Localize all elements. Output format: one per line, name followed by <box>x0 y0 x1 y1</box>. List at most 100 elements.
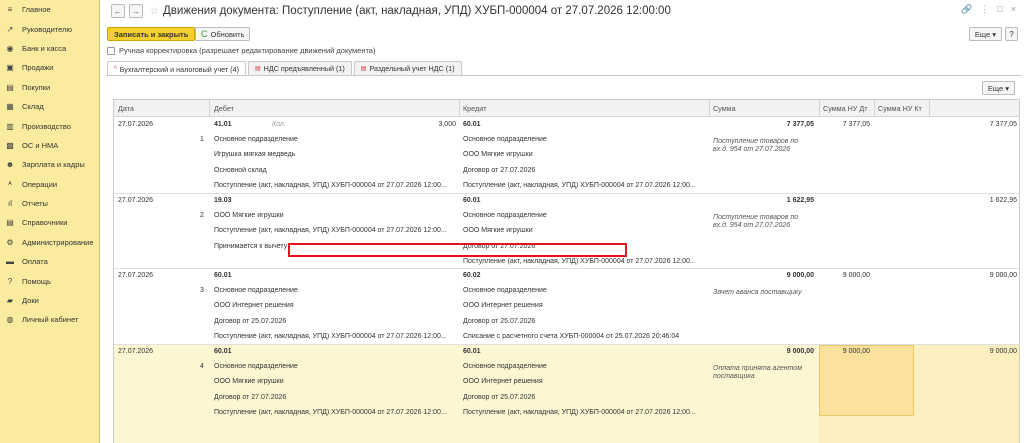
sidebar-item-label: Справочники <box>22 218 68 228</box>
forward-icon[interactable]: → <box>129 4 143 18</box>
refresh-button[interactable]: C Обновить <box>195 27 251 41</box>
col-sum[interactable]: Сумма <box>713 104 736 113</box>
table-row-group[interactable]: 27.07.2026 60.01 60.02 9 000,00 9 000,00 9 00… <box>114 269 1019 345</box>
sidebar-item-label: Производство <box>22 121 71 131</box>
quantity-label: Кол. <box>272 121 286 128</box>
entry-date: 27.07.2026 <box>118 197 154 204</box>
col-sum-nu-kt[interactable]: Сумма НУ Кт <box>878 104 922 113</box>
tab-icon: ▤ <box>360 66 367 72</box>
sidebar-item[interactable]: ▥ Производство <box>0 116 99 135</box>
favorite-star-icon[interactable]: ☆ <box>150 6 159 17</box>
entry-sum: 9 000,00 <box>786 272 814 279</box>
credit-subconto: Основное подразделение <box>463 136 547 144</box>
more-vert-icon[interactable]: ⋮ <box>980 4 989 15</box>
sidebar-item-label: Отчеты <box>22 199 48 209</box>
manual-correction-checkbox[interactable] <box>107 46 115 55</box>
sidebar-item[interactable]: ▣ Продажи <box>0 58 99 77</box>
operations-icon: ᴬ <box>8 179 12 189</box>
sidebar-item[interactable]: ▦ Склад <box>0 97 99 116</box>
sidebar-item[interactable]: ▩ ОС и НМА <box>0 136 99 155</box>
debit-subconto: Основное подразделение <box>214 363 298 371</box>
sidebar-item[interactable]: ▤ Справочники <box>0 213 99 232</box>
save-and-close-button[interactable]: Записать и закрыть <box>107 27 196 41</box>
sidebar-item[interactable]: ? Помощь <box>0 271 99 290</box>
tab[interactable]: ᴬ Бухгалтерский и налоговый учет (4) <box>107 61 246 76</box>
debit-subconto: Поступление (акт, накладная, УПД) ХУБП-0… <box>214 332 447 340</box>
credit-subconto: Поступление (акт, накладная, УПД) ХУБП-0… <box>463 181 696 189</box>
entry-date: 27.07.2026 <box>118 121 154 128</box>
debit-account: 60.01 <box>214 272 232 279</box>
sidebar-item[interactable]: ◉ Банк и касса <box>0 39 99 58</box>
sidebar-item[interactable]: ıl Отчеты <box>0 194 99 213</box>
col-debit[interactable]: Дебет <box>214 104 234 113</box>
tab-icon: ▤ <box>254 66 261 72</box>
sidebar-item[interactable]: ▬ Оплата <box>0 252 99 271</box>
sidebar-item-label: ОС и НМА <box>22 140 59 150</box>
manual-correction-row[interactable]: Ручная корректировка (разрешает редактир… <box>107 46 375 55</box>
trend-icon: ↗ <box>6 24 14 34</box>
credit-subconto: Основное подразделение <box>463 363 547 371</box>
credit-account: 60.01 <box>463 348 481 355</box>
sidebar-item[interactable]: ↗ Руководителю <box>0 19 99 38</box>
basket-icon: ▤ <box>6 82 14 92</box>
credit-subconto: Списание с расчетного счета ХУБП-000004 … <box>463 332 680 340</box>
back-icon[interactable]: ← <box>111 4 125 18</box>
sidebar-item[interactable]: ☻ Зарплата и кадры <box>0 155 99 174</box>
tab[interactable]: ▤ НДС предъявленный (1) <box>247 61 352 75</box>
maximize-icon[interactable]: □ <box>997 4 1002 15</box>
docs-icon: ▰ <box>6 296 14 306</box>
table-header: Дата Дебет Кредит Сумма Сумма НУ Дт Сумм… <box>114 100 1019 117</box>
directory-icon: ▤ <box>6 218 14 228</box>
col-date[interactable]: Дата <box>118 104 134 113</box>
table-row-group[interactable]: 27.07.2026 19.03 60.01 1 622,95 1 622,95 2 ООО… <box>114 194 1019 269</box>
entry-date: 27.07.2026 <box>118 348 154 355</box>
debit-subconto: ООО Мягкие игрушки <box>214 378 284 386</box>
entry-content: Зачет аванса поставщику <box>713 288 802 296</box>
entry-number: 2 <box>200 212 204 220</box>
account-icon: ◍ <box>6 315 14 325</box>
close-icon[interactable]: × <box>1011 4 1016 15</box>
sidebar-item-label: Покупки <box>22 82 51 92</box>
sidebar-item[interactable]: ▤ Покупки <box>0 78 99 97</box>
entry-number: 4 <box>200 363 204 371</box>
refresh-icon: C <box>201 29 208 39</box>
table-row-group[interactable]: 27.07.2026 41.01 Кол. 3,000 60.01 7 377,05 7 3… <box>114 118 1019 194</box>
col-credit[interactable]: Кредит <box>463 104 487 113</box>
sum-nu-dt: 7 377,05 <box>842 121 870 128</box>
refresh-label: Обновить <box>210 29 245 39</box>
more-actions-button[interactable]: Еще ▾ <box>968 27 1002 41</box>
credit-subconto: Договор от 25.07.2026 <box>463 393 536 401</box>
entry-number: 1 <box>200 136 204 144</box>
credit-account: 60.02 <box>463 272 481 279</box>
sum-nu-dt: 9 000,00 <box>842 272 870 279</box>
debit-subconto: Поступление (акт, накладная, УПД) ХУБП-0… <box>214 408 447 416</box>
col-sum-nu-dt[interactable]: Сумма НУ Дт <box>823 104 868 113</box>
sidebar-item-label: Руководителю <box>22 24 73 34</box>
sidebar-item[interactable]: ◍ Личный кабинет <box>0 310 99 329</box>
table-more-button[interactable]: Еще ▾ <box>981 81 1015 95</box>
sidebar-item[interactable]: ⚙ Администрирование <box>0 233 99 252</box>
tab-divider <box>107 75 1022 76</box>
sidebar-item[interactable]: ▰ Доки <box>0 291 99 310</box>
highlight-annotation <box>288 243 627 257</box>
sidebar-item[interactable]: ᴬ Операции <box>0 175 99 194</box>
sidebar-item[interactable]: ≡ Главное <box>0 0 99 19</box>
tab-icon: ᴬ <box>114 66 117 72</box>
toolbar: Записать и закрыть C Обновить Еще ▾ ? <box>100 27 1024 42</box>
link-icon[interactable]: 🔗 <box>961 4 972 15</box>
sum-nu-kt: 9 000,00 <box>989 348 1017 355</box>
table-row-group[interactable]: 27.07.2026 60.01 60.01 9 000,00 9 000,00 9 00… <box>114 345 1019 443</box>
sidebar-item-label: Зарплата и кадры <box>22 160 85 170</box>
tab[interactable]: ▤ Раздельный учет НДС (1) <box>353 61 462 75</box>
assets-icon: ▩ <box>6 140 14 150</box>
credit-subconto: Основное подразделение <box>463 287 547 295</box>
sidebar-item-label: Операции <box>22 179 58 189</box>
reports-icon: ıl <box>8 199 12 209</box>
payment-icon: ▬ <box>6 257 14 267</box>
tab-bar: ᴬ Бухгалтерский и налоговый учет (4) ▤ НДС … <box>107 61 464 76</box>
help-icon: ? <box>7 276 13 286</box>
entry-content: Поступление товаров по вх.д. 954 от 27.0… <box>713 213 799 230</box>
help-button[interactable]: ? <box>1005 27 1018 41</box>
bank-icon: ◉ <box>6 43 14 53</box>
active-cell[interactable] <box>819 345 914 416</box>
